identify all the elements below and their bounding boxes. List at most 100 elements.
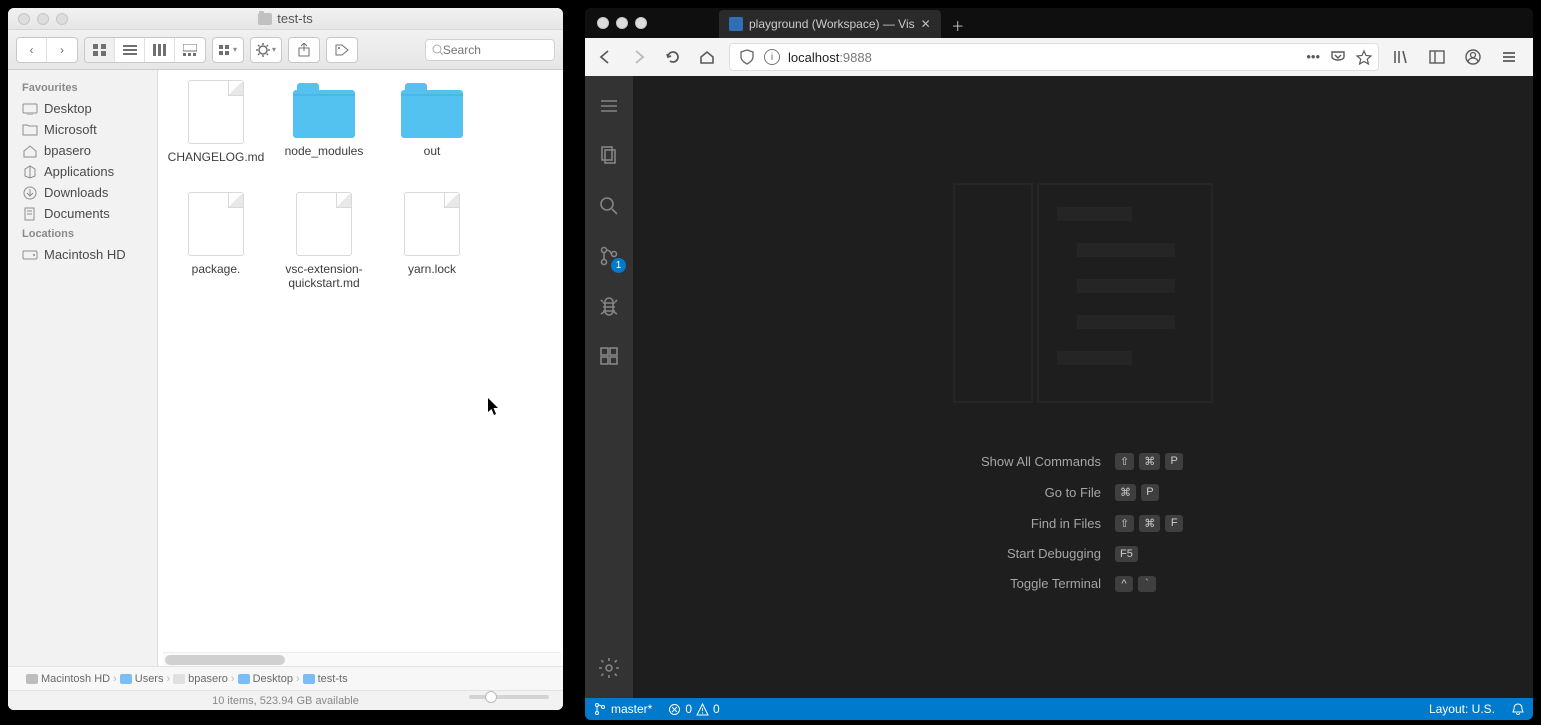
sidebar-item-macintosh-hd[interactable]: Macintosh HD	[8, 244, 157, 265]
status-keyboard-layout[interactable]: Layout: U.S.	[1421, 698, 1503, 720]
shortcut-row: Find in Files⇧⌘F	[981, 515, 1185, 532]
action-menu[interactable]	[251, 38, 281, 62]
path-crumb[interactable]: bpasero	[173, 673, 228, 685]
activity-scm[interactable]: 1	[585, 232, 633, 280]
shortcut-row: Go to File⌘P	[981, 484, 1185, 501]
activity-search[interactable]	[585, 182, 633, 230]
sidebar-item-microsoft[interactable]: Microsoft	[8, 119, 157, 140]
shortcut-row: Start DebuggingF5	[981, 546, 1185, 562]
activity-menu-button[interactable]	[585, 82, 633, 130]
page-actions-icon[interactable]: •••	[1306, 49, 1320, 65]
address-bar[interactable]: i localhost:9888 •••	[729, 43, 1379, 71]
arrange-menu[interactable]	[213, 38, 243, 62]
tags-button[interactable]	[327, 38, 357, 62]
scrollbar-thumb[interactable]	[165, 655, 285, 665]
view-list-button[interactable]	[115, 38, 145, 62]
finder-file-area[interactable]: CHANGELOG.md node_modules out package. v…	[158, 70, 563, 666]
path-crumb[interactable]: Desktop	[238, 673, 293, 685]
window-close-button[interactable]	[597, 17, 609, 29]
watermark-icon	[953, 183, 1213, 403]
disk-icon	[22, 248, 38, 262]
share-button[interactable]	[289, 38, 319, 62]
sidebar-item-label: Applications	[44, 164, 114, 179]
folder-node-modules[interactable]: node_modules	[270, 80, 378, 192]
icon-size-slider[interactable]	[469, 695, 549, 699]
file-changelog[interactable]: CHANGELOG.md	[162, 80, 270, 192]
activity-extensions[interactable]	[585, 332, 633, 380]
shortcut-row: Toggle Terminal^`	[981, 576, 1185, 592]
window-zoom-button[interactable]	[635, 17, 647, 29]
vscode-status-bar: master* 0 0 Layout: U.S.	[585, 698, 1533, 720]
browser-forward-button[interactable]	[627, 45, 651, 69]
folder-icon	[303, 674, 315, 684]
browser-reload-button[interactable]	[661, 45, 685, 69]
status-git-branch[interactable]: master*	[585, 698, 660, 720]
path-crumb[interactable]: Macintosh HD	[26, 673, 110, 685]
path-crumb[interactable]: Users	[120, 673, 164, 685]
finder-toolbar: ‹ ›	[8, 30, 563, 70]
keyboard-shortcut-hints: Show All Commands⇧⌘P Go to File⌘P Find i…	[981, 453, 1185, 592]
sidebar-item-applications[interactable]: Applications	[8, 161, 157, 182]
sidebar-item-downloads[interactable]: Downloads	[8, 182, 157, 203]
browser-home-button[interactable]	[695, 45, 719, 69]
new-tab-button[interactable]: ＋	[945, 12, 971, 38]
folder-icon	[238, 674, 250, 684]
sidebar-item-documents[interactable]: Documents	[8, 203, 157, 224]
search-input[interactable]	[443, 43, 548, 57]
library-icon[interactable]	[1389, 45, 1413, 69]
home-icon	[22, 144, 38, 158]
view-icons-button[interactable]	[85, 38, 115, 62]
activity-settings[interactable]	[585, 644, 633, 692]
browser-tab[interactable]: playground (Workspace) — Vis ✕	[719, 10, 941, 38]
tab-close-button[interactable]: ✕	[921, 17, 931, 31]
reader-pocket-icon[interactable]	[1330, 49, 1346, 65]
sidebar-header-locations: Locations	[8, 224, 157, 244]
path-crumb[interactable]: test-ts	[303, 673, 348, 685]
window-minimize-button[interactable]	[37, 13, 49, 25]
forward-button[interactable]: ›	[47, 38, 77, 62]
file-label: vsc-extension-quickstart.md	[270, 262, 378, 291]
shortcut-row: Show All Commands⇧⌘P	[981, 453, 1185, 470]
file-quickstart[interactable]: vsc-extension-quickstart.md	[270, 192, 378, 304]
cursor-icon	[488, 398, 500, 416]
file-icon	[188, 80, 244, 144]
site-info-icon[interactable]: i	[764, 49, 780, 65]
folder-icon	[258, 13, 272, 25]
applications-icon	[22, 165, 38, 179]
tracking-protection-icon[interactable]	[738, 48, 756, 66]
tab-title: playground (Workspace) — Vis	[749, 17, 915, 31]
view-gallery-button[interactable]	[175, 38, 205, 62]
account-icon[interactable]	[1461, 45, 1485, 69]
window-close-button[interactable]	[18, 13, 30, 25]
sidebar-item-label: bpasero	[44, 143, 91, 158]
window-minimize-button[interactable]	[616, 17, 628, 29]
slider-knob[interactable]	[485, 691, 497, 703]
browser-toolbar: i localhost:9888 •••	[585, 38, 1533, 76]
search-icon	[432, 44, 443, 56]
scm-badge: 1	[611, 258, 626, 273]
documents-icon	[22, 207, 38, 221]
sidebar-item-home[interactable]: bpasero	[8, 140, 157, 161]
sidebar-toggle-icon[interactable]	[1425, 45, 1449, 69]
finder-status-bar: 10 items, 523.94 GB available	[8, 690, 563, 710]
view-columns-button[interactable]	[145, 38, 175, 62]
sidebar-item-desktop[interactable]: Desktop	[8, 98, 157, 119]
window-zoom-button[interactable]	[56, 13, 68, 25]
disk-icon	[26, 674, 38, 684]
back-button[interactable]: ‹	[17, 38, 47, 62]
file-yarn-lock[interactable]: yarn.lock	[378, 192, 486, 304]
status-text: 10 items, 523.94 GB available	[212, 695, 359, 707]
activity-debug[interactable]	[585, 282, 633, 330]
file-package[interactable]: package.	[162, 192, 270, 304]
bookmark-star-icon[interactable]	[1356, 49, 1372, 65]
browser-back-button[interactable]	[593, 45, 617, 69]
browser-menu-button[interactable]	[1497, 45, 1521, 69]
sidebar-item-label: Documents	[44, 206, 110, 221]
status-problems[interactable]: 0 0	[660, 698, 727, 720]
finder-search-field[interactable]	[425, 39, 555, 61]
activity-explorer[interactable]	[585, 132, 633, 180]
finder-sidebar: Favourites Desktop Microsoft bpasero App…	[8, 70, 158, 666]
folder-out[interactable]: out	[378, 80, 486, 192]
horizontal-scrollbar[interactable]	[163, 652, 561, 666]
status-notifications[interactable]	[1503, 698, 1533, 720]
